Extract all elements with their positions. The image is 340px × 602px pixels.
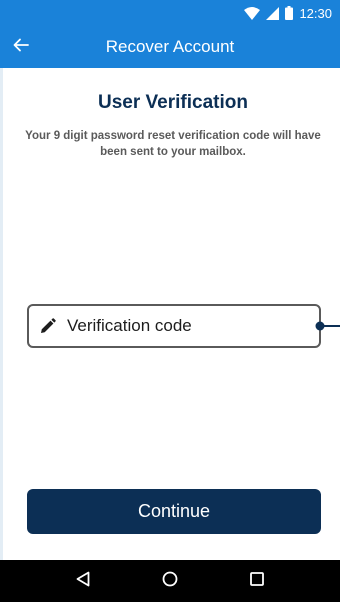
back-triangle-icon [76,571,90,592]
continue-button[interactable]: Continue [27,489,321,534]
home-circle-icon [162,571,178,592]
nav-back-button[interactable] [68,566,98,596]
status-time: 12:30 [299,5,332,21]
recents-square-icon [249,571,264,591]
screen: 12:30 Recover Account User Verification … [0,0,340,602]
back-button[interactable] [8,34,34,60]
signal-icon [266,6,280,20]
connector-dot-line [315,321,340,331]
wifi-icon [244,6,261,20]
battery-icon [285,6,294,20]
nav-recents-button[interactable] [242,566,272,596]
app-bar: Recover Account [0,26,340,68]
system-nav-bar [0,560,340,602]
app-title: Recover Account [105,37,235,56]
page-heading: User Verification [98,92,248,113]
instruction-text: Your 9 digit password reset verification… [25,130,321,158]
verification-code-placeholder: Verification code [67,316,192,335]
pencil-icon [39,317,57,335]
status-bar: 12:30 [0,0,340,26]
verification-code-input[interactable]: Verification code [27,304,321,348]
main-content: User Verification Your 9 digit password … [0,68,340,560]
nav-home-button[interactable] [155,566,185,596]
arrow-left-icon [13,38,29,57]
